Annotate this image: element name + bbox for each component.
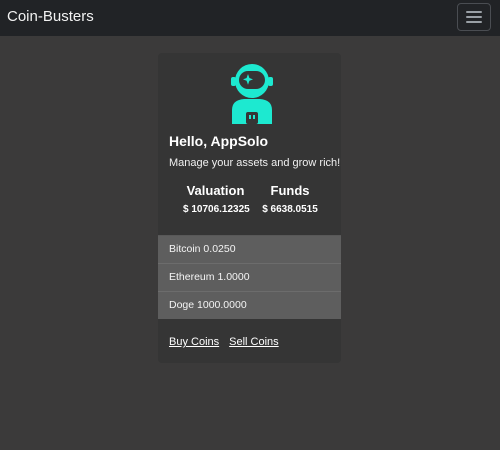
brand-link[interactable]: Coin-Busters (7, 8, 94, 26)
profile-card: Hello, AppSolo Manage your assets and gr… (158, 53, 341, 363)
list-item: Ethereum 1.0000 (158, 263, 341, 291)
funds-value: $ 6638.0515 (262, 204, 318, 215)
buy-coins-link[interactable]: Buy Coins (169, 336, 219, 348)
valuation-value: $ 10706.12325 (183, 204, 250, 215)
list-item: Bitcoin 0.0250 (158, 235, 341, 263)
funds-stat: Funds $ 6638.0515 (259, 183, 321, 215)
sell-coins-link[interactable]: Sell Coins (229, 336, 279, 348)
valuation-label: Valuation (186, 183, 245, 198)
greeting-heading: Hello, AppSolo (169, 133, 269, 149)
astronaut-icon (222, 60, 282, 124)
card-actions: Buy Coins Sell Coins (169, 336, 279, 348)
navbar: Coin-Busters (0, 0, 500, 36)
tagline-text: Manage your assets and grow rich! (169, 157, 341, 169)
holdings-list: Bitcoin 0.0250 Ethereum 1.0000 Doge 1000… (158, 235, 341, 319)
list-item: Doge 1000.0000 (158, 291, 341, 319)
valuation-stat: Valuation $ 10706.12325 (183, 183, 250, 215)
navbar-toggle-button[interactable] (457, 3, 491, 31)
funds-label: Funds (270, 183, 310, 198)
